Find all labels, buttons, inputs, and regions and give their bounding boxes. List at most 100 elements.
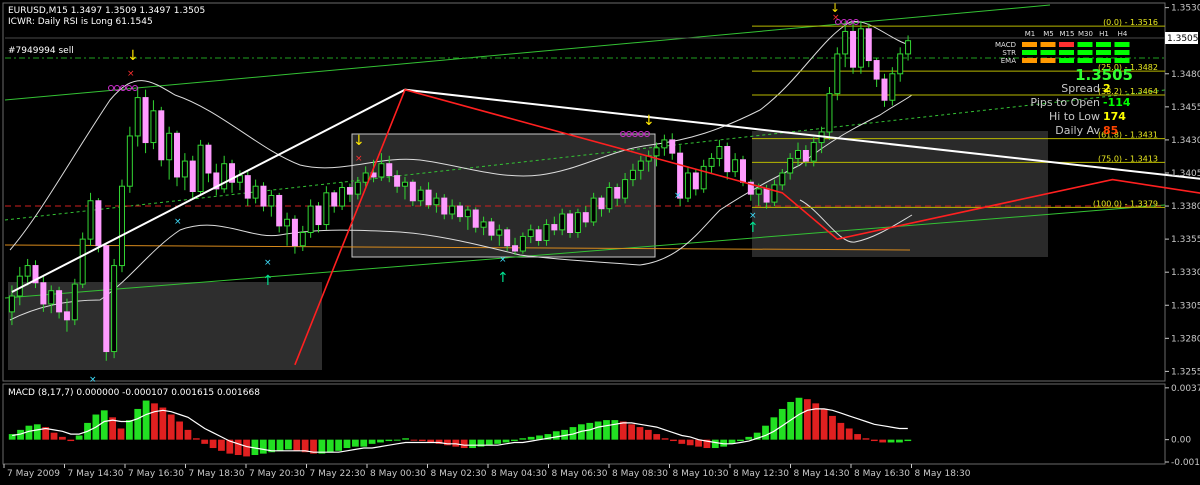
signal-col-header: H1: [1099, 30, 1109, 38]
macd-bar: [762, 425, 769, 440]
candle-bear: [174, 132, 181, 178]
signal-row-label: EMA: [1001, 57, 1016, 65]
signal-cell: [1022, 50, 1037, 55]
macd-bar: [326, 439, 334, 453]
macd-tick-label: 0.003712: [1171, 384, 1200, 394]
price-tick-label: 1.3405: [1171, 169, 1200, 179]
price-tick-label: 1.3305: [1171, 301, 1200, 311]
candle-bear: [739, 159, 746, 183]
signal-cell: [1040, 58, 1056, 63]
candle-bear: [291, 218, 298, 247]
candle-bull: [307, 205, 314, 234]
candle-bear: [142, 97, 149, 144]
signal-col-header: M1: [1025, 30, 1036, 38]
macd-bar: [469, 439, 476, 449]
buy-arrow-icon: ↑: [747, 220, 759, 236]
candle-bear: [103, 245, 110, 353]
candle-bull: [684, 172, 691, 199]
candle-bull: [637, 160, 644, 171]
candle-bull: [150, 110, 157, 144]
candle-bull: [433, 197, 440, 206]
mt4-chart[interactable]: (0.0) - 1.3516(25.0) - 1.3482(38.2) - 1.…: [0, 0, 1200, 485]
macd-bar: [770, 417, 778, 440]
macd-bar: [670, 439, 677, 442]
cyan-x-icon: ×: [89, 375, 97, 385]
buy-x-icon: ×: [264, 258, 272, 268]
candle-bear: [472, 209, 479, 228]
macd-tick-label: 0.00: [1171, 436, 1191, 446]
candle-bull: [810, 142, 817, 162]
macd-bar: [234, 439, 242, 456]
sell-arrow-icon: ↓: [353, 133, 365, 149]
time-tick-label: 7 May 18:30: [189, 469, 245, 479]
candle-bull: [24, 265, 31, 277]
candle-bull: [606, 187, 613, 210]
macd-bar: [184, 429, 192, 440]
time-tick-label: 8 May 08:30: [612, 469, 668, 479]
cyan-x-icon: ×: [674, 191, 682, 201]
candle-bear: [512, 245, 519, 252]
candle-bear: [724, 146, 731, 173]
candle-bear: [598, 197, 605, 210]
candle-bear: [331, 192, 338, 207]
macd-bar: [318, 439, 326, 454]
candle-bull: [700, 165, 707, 190]
candle-bull: [771, 184, 778, 203]
candle-bear: [865, 28, 872, 62]
candle-bull: [87, 200, 94, 240]
macd-bar: [117, 428, 125, 440]
candle-bull: [787, 157, 794, 174]
macd-bar: [142, 400, 150, 440]
macd-bar: [795, 397, 803, 440]
candle-bear: [802, 149, 809, 162]
candle-bear: [346, 187, 353, 195]
candle-bear: [441, 197, 448, 215]
time-tick-label: 8 May 16:30: [854, 469, 910, 479]
price-tick-label: 1.3530: [1171, 4, 1200, 14]
candle-bull: [284, 218, 291, 227]
candle-bull: [559, 213, 566, 231]
macd-bar: [368, 439, 376, 444]
macd-bar: [201, 439, 209, 444]
macd-bar: [293, 439, 301, 451]
signal-cell: [1059, 50, 1074, 55]
candle-bull: [480, 221, 487, 228]
macd-bar: [611, 420, 619, 440]
candle-bull: [48, 290, 55, 305]
price-tick-label: 1.3430: [1171, 136, 1200, 146]
macd-bar: [285, 439, 292, 450]
macd-bar: [887, 439, 895, 443]
macd-tick-label: -0.00160: [1171, 458, 1200, 468]
time-tick-label: 7 May 2009: [7, 469, 60, 479]
candle-bull: [574, 212, 581, 234]
price-tick-label: 1.3380: [1171, 202, 1200, 212]
fib-level-label: (75.0) - 1.3413: [1098, 154, 1158, 163]
info-row-label: Pips to Open: [1030, 96, 1100, 109]
macd-bar: [845, 428, 853, 440]
candle-bull: [661, 139, 668, 149]
signal-cell: [1022, 42, 1037, 47]
signal-cell: [1077, 42, 1093, 47]
symbol-line: EURUSD,M15 1.3497 1.3509 1.3497 1.3505: [8, 6, 205, 16]
macd-bar: [711, 439, 719, 449]
candle-bull: [417, 189, 424, 202]
macd-bar: [619, 421, 627, 440]
signal-col-header: M5: [1043, 30, 1054, 38]
time-tick-label: 8 May 18:30: [915, 469, 971, 479]
signal-cell: [1114, 58, 1130, 63]
candle-bear: [881, 78, 888, 101]
info-row-value: 174: [1103, 110, 1126, 123]
candle-bull: [755, 188, 762, 195]
time-tick-label: 8 May 00:30: [370, 469, 426, 479]
signal-col-header: M15: [1060, 30, 1075, 38]
candle-bear: [763, 188, 770, 203]
candle-bear: [244, 175, 251, 199]
macd-bar: [50, 432, 58, 440]
macd-bar: [418, 439, 426, 442]
buy-x-icon: ×: [749, 211, 757, 221]
candle-bear: [692, 172, 699, 190]
macd-bar: [519, 438, 527, 440]
consolidation-box-right: [752, 131, 1048, 257]
candle-bull: [779, 172, 786, 186]
macd-bar: [159, 407, 167, 440]
